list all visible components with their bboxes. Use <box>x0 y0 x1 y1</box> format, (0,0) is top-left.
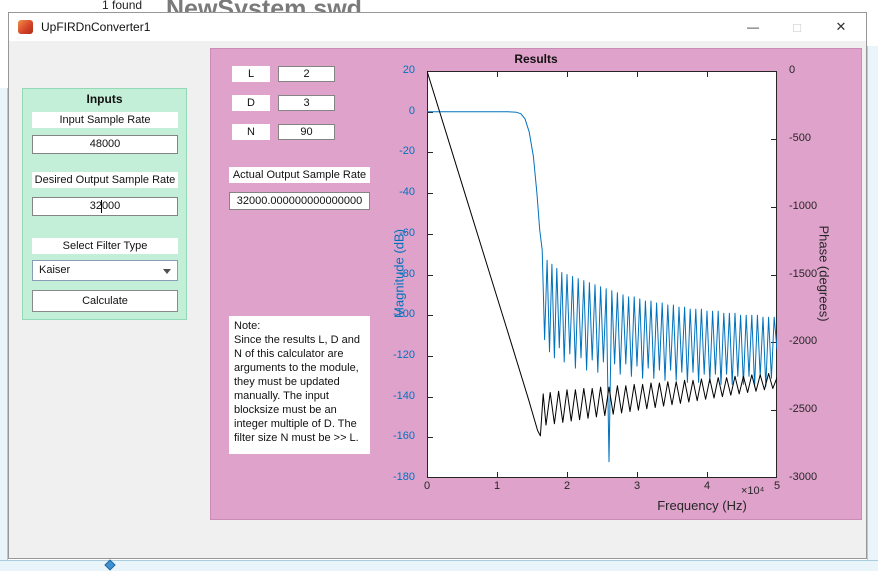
result-l-label: L <box>232 66 270 82</box>
maximize-button[interactable]: □ <box>775 13 819 41</box>
screen: 1 found NewSystem.swd UpFIRDnConverter1 … <box>0 0 878 571</box>
close-button[interactable]: ✕ <box>819 13 863 41</box>
minimize-button[interactable]: — <box>731 13 775 41</box>
actual-rate-label: Actual Output Sample Rate <box>229 167 370 183</box>
result-d-value[interactable]: 3 <box>278 95 335 111</box>
tick-label: -2500 <box>789 403 817 415</box>
tick-label: -1000 <box>789 200 817 212</box>
tick-label: -2000 <box>789 335 817 347</box>
output-sample-rate-field[interactable]: 32000 <box>32 197 178 216</box>
input-sample-rate-value: 48000 <box>90 138 121 150</box>
tick-label: 0 <box>375 105 415 117</box>
series-magnitude <box>427 112 777 462</box>
matlab-app-icon <box>18 20 33 34</box>
tick-label: 1 <box>485 480 509 492</box>
filter-type-select[interactable]: Kaiser <box>32 260 178 281</box>
tick-label: -1500 <box>789 268 817 280</box>
tick-label: -500 <box>789 132 811 144</box>
tick-label: 2 <box>555 480 579 492</box>
plot-canvas <box>427 71 777 478</box>
actual-rate-field[interactable]: 32000.000000000000000 <box>229 192 370 210</box>
magnitude-axis-label: Magnitude (dB) <box>392 174 407 374</box>
output-sample-rate-value: 32000 <box>90 200 121 212</box>
tick-label: -160 <box>375 430 415 442</box>
tick-label: 0 <box>415 480 439 492</box>
background-left-panel-edge <box>0 88 8 560</box>
titlebar[interactable]: UpFIRDnConverter1 — □ ✕ <box>9 13 866 41</box>
result-n-value[interactable]: 90 <box>278 124 335 140</box>
output-sample-rate-label: Desired Output Sample Rate <box>32 172 178 188</box>
window-title: UpFIRDnConverter1 <box>41 20 150 34</box>
background-bottom-panel-edge <box>0 560 878 571</box>
tick-label: -20 <box>375 145 415 157</box>
tick-label: -180 <box>375 471 415 483</box>
note-text: Note: Since the results L, D and N of th… <box>229 316 370 454</box>
tick-label: 20 <box>375 64 415 76</box>
x-axis-multiplier: ×10⁴ <box>741 485 785 497</box>
filter-type-label: Select Filter Type <box>32 238 178 254</box>
background-right-panel-edge <box>867 46 878 560</box>
result-d-label: D <box>232 95 270 111</box>
input-sample-rate-field[interactable]: 48000 <box>32 135 178 154</box>
tick-label: 3 <box>625 480 649 492</box>
chevron-down-icon <box>163 269 171 274</box>
tick-label: 4 <box>695 480 719 492</box>
phase-axis-label: Phase (degrees) <box>817 174 832 374</box>
result-l-value[interactable]: 2 <box>278 66 335 82</box>
result-n-label: N <box>232 124 270 140</box>
tick-label: -140 <box>375 390 415 402</box>
tick-label: -3000 <box>789 471 817 483</box>
results-panel: Results L 2 D 3 N 90 Actual Output Sampl… <box>210 48 862 520</box>
inputs-panel-title: Inputs <box>23 92 186 106</box>
results-panel-title: Results <box>211 52 861 66</box>
series-phase <box>427 71 777 436</box>
tick-label: 0 <box>789 64 795 76</box>
text-caret <box>101 200 102 213</box>
filter-type-selected-value: Kaiser <box>39 264 70 276</box>
input-sample-rate-label: Input Sample Rate <box>32 112 178 128</box>
frequency-axis-label: Frequency (Hz) <box>602 498 802 513</box>
inputs-panel: Inputs Input Sample Rate 48000 Desired O… <box>22 88 187 320</box>
axis-ticks-frequency: 012345 <box>427 480 777 494</box>
calculate-button[interactable]: Calculate <box>32 290 178 312</box>
